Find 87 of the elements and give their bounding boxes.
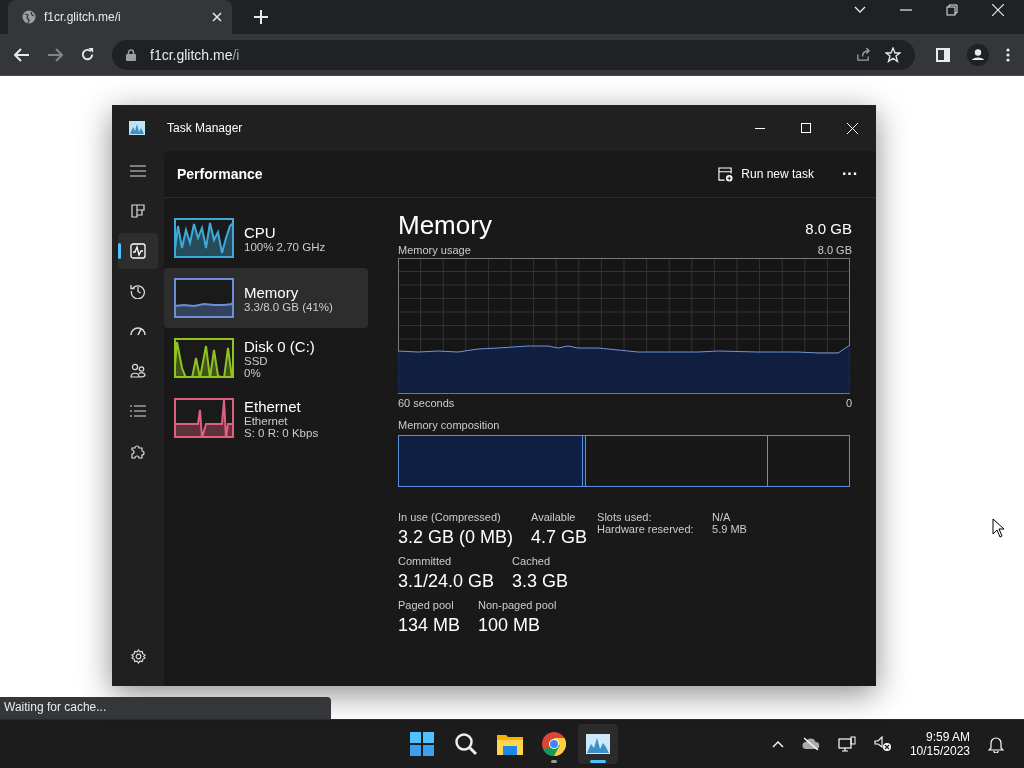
dropdown-icon[interactable] bbox=[854, 6, 866, 14]
clock[interactable]: 9:59 AM 10/15/2023 bbox=[909, 730, 970, 758]
stat-value: 100 MB bbox=[478, 615, 542, 636]
detail-title: Memory bbox=[398, 210, 492, 241]
resource-name: Ethernet bbox=[244, 397, 302, 415]
new-tab-icon[interactable] bbox=[254, 10, 268, 24]
close-icon[interactable] bbox=[212, 12, 222, 22]
stat-value: 134 MB bbox=[398, 615, 461, 636]
stat-label: Non-paged pool bbox=[478, 599, 557, 611]
composition-label: Memory composition bbox=[398, 419, 501, 431]
stat-label: Paged pool bbox=[398, 599, 455, 611]
restore-icon[interactable] bbox=[946, 4, 958, 16]
resource-detail: Ethernet bbox=[244, 414, 289, 427]
stat-value: N/A bbox=[712, 511, 731, 523]
menu-icon bbox=[130, 165, 146, 177]
windows-logo-icon bbox=[410, 732, 434, 756]
app-icon bbox=[129, 121, 145, 135]
stat-value: 5.9 MB bbox=[712, 523, 747, 535]
bell-icon[interactable] bbox=[988, 735, 1004, 753]
page-title: Performance bbox=[177, 166, 263, 182]
stat-label: In use (Compressed) bbox=[398, 511, 502, 523]
chevron-up-icon[interactable] bbox=[771, 740, 784, 748]
run-new-task-button[interactable]: Run new task bbox=[712, 160, 820, 188]
address-bar[interactable]: f1cr.glitch.me/i bbox=[112, 39, 915, 70]
puzzle-icon bbox=[130, 443, 146, 459]
resource-name: Disk 0 (C:) bbox=[244, 337, 315, 355]
muted-speaker-icon[interactable] bbox=[873, 736, 892, 752]
resource-name: CPU bbox=[244, 223, 277, 241]
maximize-icon[interactable] bbox=[801, 123, 811, 133]
time: 9:59 AM bbox=[925, 730, 970, 744]
taskbar-app[interactable] bbox=[578, 724, 618, 764]
users-icon bbox=[130, 363, 146, 379]
resource-detail: S: 0 R: 0 Kbps bbox=[244, 426, 319, 439]
chart-max-label: 8.0 GB bbox=[817, 244, 852, 256]
side-panel-icon[interactable] bbox=[936, 47, 950, 62]
stat-value: 3.1/24.0 GB bbox=[398, 571, 495, 592]
forward-icon[interactable] bbox=[47, 47, 63, 62]
settings-icon bbox=[130, 648, 146, 664]
stat-value: 3.3 GB bbox=[512, 571, 569, 592]
reload-icon[interactable] bbox=[80, 47, 95, 62]
stat-label: Cached bbox=[512, 555, 551, 567]
lock-icon bbox=[126, 48, 136, 61]
resource-detail: 3.3/8.0 GB (41%) bbox=[244, 300, 333, 313]
menu-icon[interactable] bbox=[1006, 47, 1010, 62]
resource-detail: 100% 2.70 GHz bbox=[244, 240, 326, 253]
stat-value: 4.7 GB bbox=[531, 527, 588, 548]
folder-icon bbox=[497, 733, 523, 755]
resource-name: Memory bbox=[244, 283, 300, 301]
resource-item[interactable]: Ethernet Ethernet S: 0 R: 0 Kbps bbox=[164, 388, 368, 448]
grid-icon bbox=[131, 204, 145, 218]
list-icon bbox=[130, 405, 146, 417]
back-icon[interactable] bbox=[14, 47, 30, 62]
star-icon[interactable] bbox=[885, 46, 901, 63]
speedometer-icon bbox=[130, 325, 146, 337]
axis-label: 60 seconds bbox=[398, 397, 455, 409]
network-icon[interactable] bbox=[837, 736, 856, 752]
graph-icon bbox=[586, 734, 610, 754]
nav-item[interactable] bbox=[118, 233, 158, 269]
cursor-icon bbox=[992, 518, 1006, 538]
status-bubble: Waiting for cache... bbox=[0, 697, 331, 719]
globe-icon bbox=[22, 10, 36, 24]
stat-value: 3.2 GB (0 MB) bbox=[398, 527, 514, 548]
resource-detail: SSD bbox=[244, 354, 269, 367]
profile-icon[interactable] bbox=[967, 43, 989, 66]
share-icon[interactable] bbox=[856, 47, 871, 62]
cloud-off-icon[interactable] bbox=[801, 737, 820, 751]
resource-detail: 0% bbox=[244, 366, 262, 379]
browser-logo-icon bbox=[542, 732, 566, 756]
stat-label: Available bbox=[531, 511, 577, 523]
browser-tab[interactable]: f1cr.glitch.me/i bbox=[8, 0, 232, 34]
date: 10/15/2023 bbox=[909, 744, 970, 758]
stat-label: Slots used: bbox=[597, 511, 653, 523]
history-icon bbox=[130, 283, 146, 299]
search-icon bbox=[454, 732, 478, 756]
new-task-icon bbox=[718, 166, 734, 182]
window-title: Task Manager bbox=[167, 121, 243, 135]
resource-item[interactable]: CPU 100% 2.70 GHz bbox=[164, 208, 368, 268]
resource-item[interactable]: Disk 0 (C:) SSD 0% bbox=[164, 328, 368, 388]
pulse-icon bbox=[130, 243, 146, 259]
stat-label: Committed bbox=[398, 555, 453, 567]
stat-label: Hardware reserved: bbox=[597, 523, 695, 535]
more-button[interactable]: ··· bbox=[838, 163, 862, 185]
axis-label: 0 bbox=[845, 397, 852, 409]
resource-item[interactable]: Memory 3.3/8.0 GB (41%) bbox=[164, 268, 368, 328]
close-icon[interactable] bbox=[992, 4, 1004, 16]
chart-label: Memory usage bbox=[398, 244, 471, 256]
total-memory: 8.0 GB bbox=[805, 220, 852, 237]
